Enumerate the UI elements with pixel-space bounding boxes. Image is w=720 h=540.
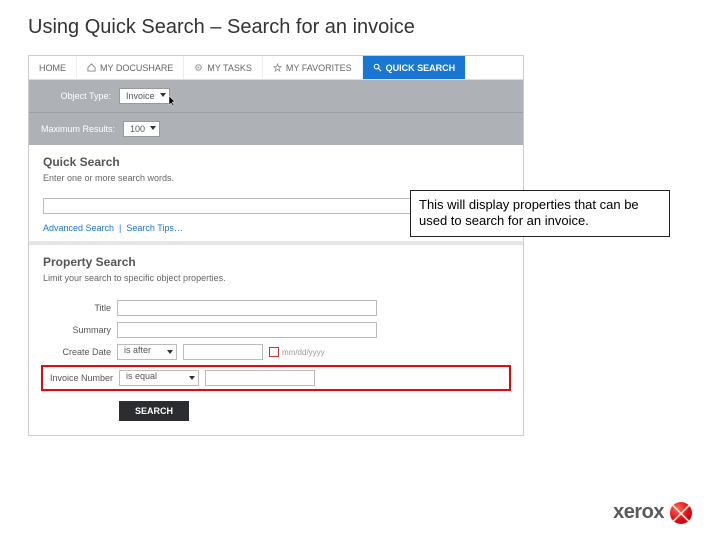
star-icon xyxy=(273,63,282,72)
prop-summary-input[interactable] xyxy=(117,322,377,338)
prop-invoice-number-op[interactable]: is equal xyxy=(119,370,199,386)
prop-title-label: Title xyxy=(43,303,111,313)
chevron-down-icon xyxy=(160,93,166,97)
chevron-down-icon xyxy=(150,126,156,130)
object-type-value: Invoice xyxy=(126,91,155,101)
quick-search-sub: Enter one or more search words. xyxy=(43,173,509,183)
nav-docushare-label: MY DOCUSHARE xyxy=(100,63,173,73)
slide-title: Using Quick Search – Search for an invoi… xyxy=(0,0,720,47)
chevron-down-icon xyxy=(189,376,195,380)
nav-docushare[interactable]: MY DOCUSHARE xyxy=(77,56,184,79)
xerox-wordmark: xerox xyxy=(613,501,664,524)
max-results-bar: Maximum Results: 100 xyxy=(29,112,523,145)
chevron-down-icon xyxy=(167,350,173,354)
prop-invoice-number-label: Invoice Number xyxy=(45,373,113,383)
invoice-number-highlight: Invoice Number is equal xyxy=(41,365,511,391)
property-search-heading: Property Search xyxy=(43,255,509,269)
nav-quick-search[interactable]: QUICK SEARCH xyxy=(363,56,467,79)
quick-search-heading: Quick Search xyxy=(43,155,509,169)
max-results-value: 100 xyxy=(130,124,145,134)
date-hint: mm/dd/yyyy xyxy=(269,347,325,357)
max-results-select[interactable]: 100 xyxy=(123,121,160,137)
calendar-icon[interactable] xyxy=(269,347,279,357)
prop-summary-row: Summary xyxy=(29,319,523,341)
prop-summary-label: Summary xyxy=(43,325,111,335)
object-type-bar: Object Type: Invoice xyxy=(29,80,523,112)
object-type-select[interactable]: Invoice xyxy=(119,88,170,104)
nav-tasks-label: MY TASKS xyxy=(207,63,252,73)
top-nav: HOME MY DOCUSHARE MY TASKS MY FAVORITES … xyxy=(29,56,523,80)
prop-create-date-row: Create Date is after mm/dd/yyyy xyxy=(29,341,523,363)
max-results-label: Maximum Results: xyxy=(41,124,115,134)
nav-favorites-label: MY FAVORITES xyxy=(286,63,352,73)
advanced-search-link[interactable]: Advanced Search xyxy=(43,223,114,233)
home-icon xyxy=(87,63,96,72)
nav-home[interactable]: HOME xyxy=(29,56,77,79)
property-search-section: Property Search Limit your search to spe… xyxy=(29,245,523,297)
prop-title-row: Title xyxy=(29,297,523,319)
nav-home-label: HOME xyxy=(39,63,66,73)
nav-tasks[interactable]: MY TASKS xyxy=(184,56,263,79)
search-tips-link[interactable]: Search Tips… xyxy=(126,223,183,233)
property-search-button[interactable]: SEARCH xyxy=(119,401,189,421)
prop-create-date-label: Create Date xyxy=(43,347,111,357)
prop-create-date-op[interactable]: is after xyxy=(117,344,177,360)
callout-box: This will display properties that can be… xyxy=(410,190,670,237)
xerox-sphere-icon xyxy=(670,502,692,524)
prop-invoice-number-input[interactable] xyxy=(205,370,315,386)
xerox-logo: xerox xyxy=(613,501,692,524)
callout-text: This will display properties that can be… xyxy=(419,197,639,228)
search-icon xyxy=(373,63,382,72)
date-format-hint: mm/dd/yyyy xyxy=(282,348,325,357)
prop-create-date-op-value: is after xyxy=(124,345,151,355)
prop-title-input[interactable] xyxy=(117,300,377,316)
property-search-sub: Limit your search to specific object pro… xyxy=(43,273,509,283)
prop-invoice-number-op-value: is equal xyxy=(126,371,157,381)
quick-search-input[interactable] xyxy=(43,198,439,214)
app-frame: HOME MY DOCUSHARE MY TASKS MY FAVORITES … xyxy=(28,55,524,436)
cursor-icon xyxy=(168,95,178,107)
nav-quick-search-label: QUICK SEARCH xyxy=(386,63,456,73)
nav-favorites[interactable]: MY FAVORITES xyxy=(263,56,363,79)
gear-icon xyxy=(194,63,203,72)
object-type-label: Object Type: xyxy=(41,91,111,101)
prop-create-date-input[interactable] xyxy=(183,344,263,360)
property-search-button-row: SEARCH xyxy=(29,393,523,435)
